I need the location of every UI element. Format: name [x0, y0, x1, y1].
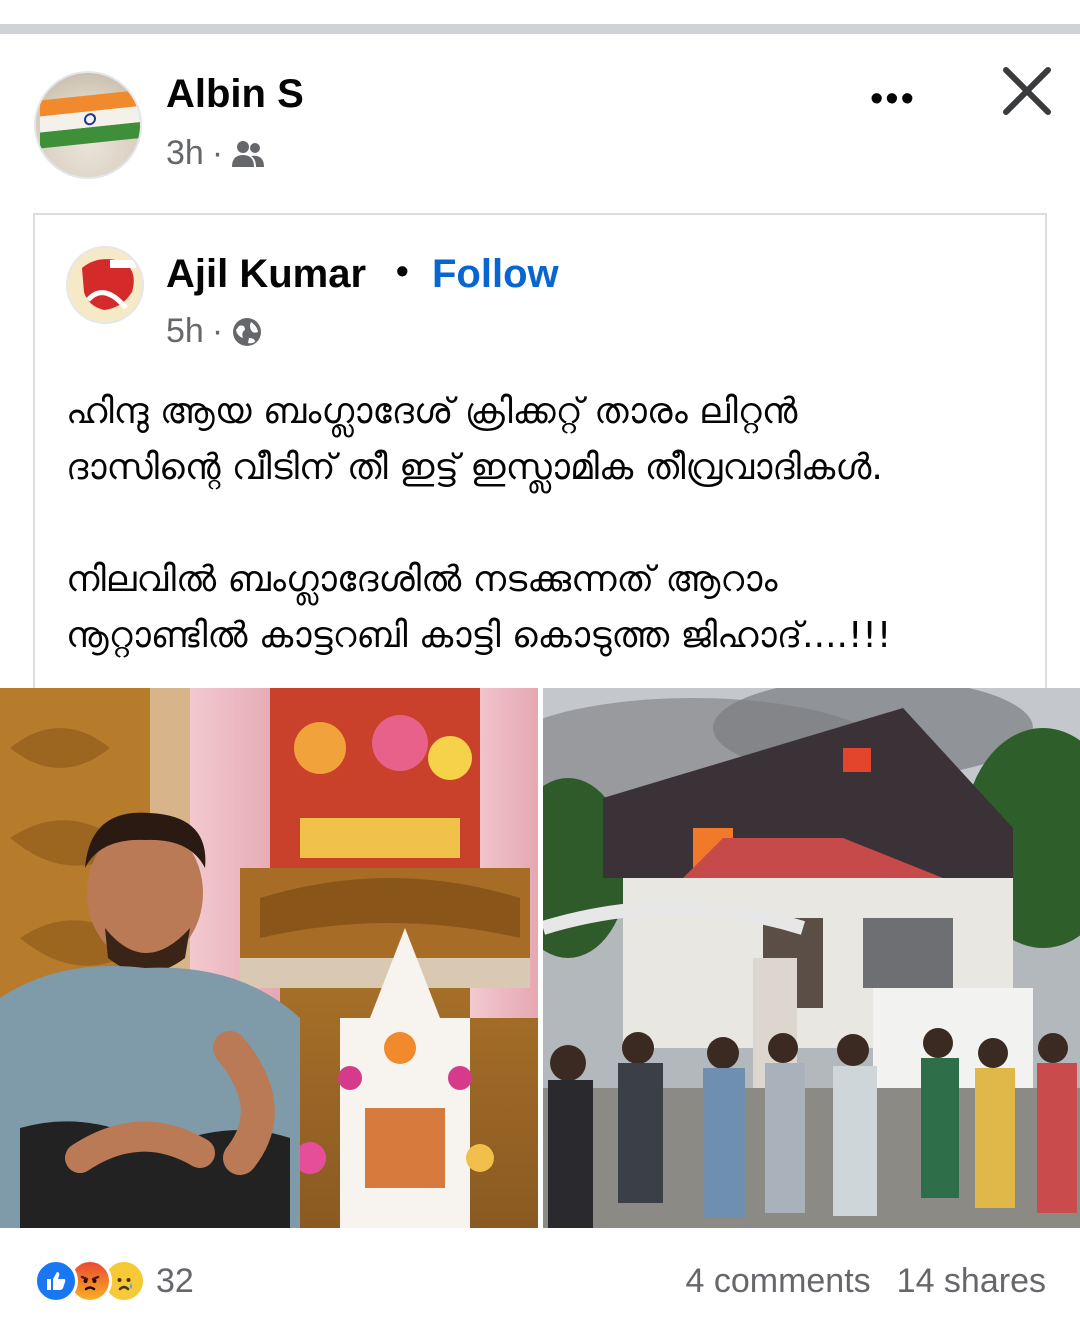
- globe-icon: [233, 317, 262, 346]
- reactions-summary[interactable]: 32: [34, 1258, 194, 1304]
- avatar-ajil[interactable]: [66, 246, 144, 324]
- more-options-button[interactable]: •••: [870, 78, 916, 121]
- post-line: ദാസിന്റെ വീടിന് തീ ഇട്ട് ഇസ്ലാമിക തീവ്രവ…: [66, 447, 883, 488]
- feed-divider: [0, 24, 1080, 34]
- name-follow-separator: •: [396, 250, 409, 291]
- friends-icon: [232, 140, 265, 167]
- post-photo-shrine[interactable]: [0, 688, 538, 1228]
- reaction-count: 32: [156, 1261, 194, 1300]
- comments-count-link[interactable]: 4 comments: [685, 1262, 870, 1301]
- post-meta: 3h ·: [166, 134, 265, 173]
- post-timestamp[interactable]: 3h: [166, 134, 204, 173]
- shared-post-meta: 5h ·: [166, 312, 263, 351]
- india-flag-image: [40, 89, 140, 149]
- meta-separator: ·: [211, 312, 224, 350]
- post-line: നൂറ്റാണ്ടിൽ കാട്ടറബി കാട്ടി കൊടുത്ത ജിഹാ…: [66, 615, 892, 656]
- close-icon[interactable]: [998, 62, 1056, 120]
- post-line: നിലവിൽ ബംഗ്ലാദേശിൽ നടക്കുന്നത് ആറാം: [66, 559, 778, 600]
- post-body: ഹിന്ദു ആയ ബംഗ്ലാദേശ് ക്രിക്കറ്റ് താരം ലി…: [66, 384, 1026, 664]
- house-fire-illustration: [543, 688, 1080, 1228]
- shares-count-link[interactable]: 14 shares: [897, 1262, 1046, 1301]
- like-reaction-icon: [34, 1259, 78, 1303]
- shrine-photo-illustration: [0, 688, 538, 1228]
- shared-post-timestamp[interactable]: 5h: [166, 312, 204, 351]
- meta-separator: ·: [211, 134, 224, 172]
- avatar-albin[interactable]: [34, 71, 142, 179]
- shared-author-name[interactable]: Ajil Kumar: [166, 252, 366, 297]
- post-author-name[interactable]: Albin S: [166, 72, 304, 117]
- post-line: ഹിന്ദു ആയ ബംഗ്ലാദേശ് ക്രിക്കറ്റ് താരം ലി…: [66, 391, 798, 432]
- engagement-stats: 4 comments 14 shares: [685, 1262, 1046, 1301]
- follow-button[interactable]: Follow: [432, 252, 559, 297]
- post-paragraph: നിലവിൽ ബംഗ്ലാദേശിൽ നടക്കുന്നത് ആറാം നൂറ്…: [66, 552, 1026, 664]
- post-paragraph: ഹിന്ദു ആയ ബംഗ്ലാദേശ് ക്രിക്കറ്റ് താരം ലി…: [66, 384, 1026, 496]
- post-photo-house-fire[interactable]: [543, 688, 1080, 1228]
